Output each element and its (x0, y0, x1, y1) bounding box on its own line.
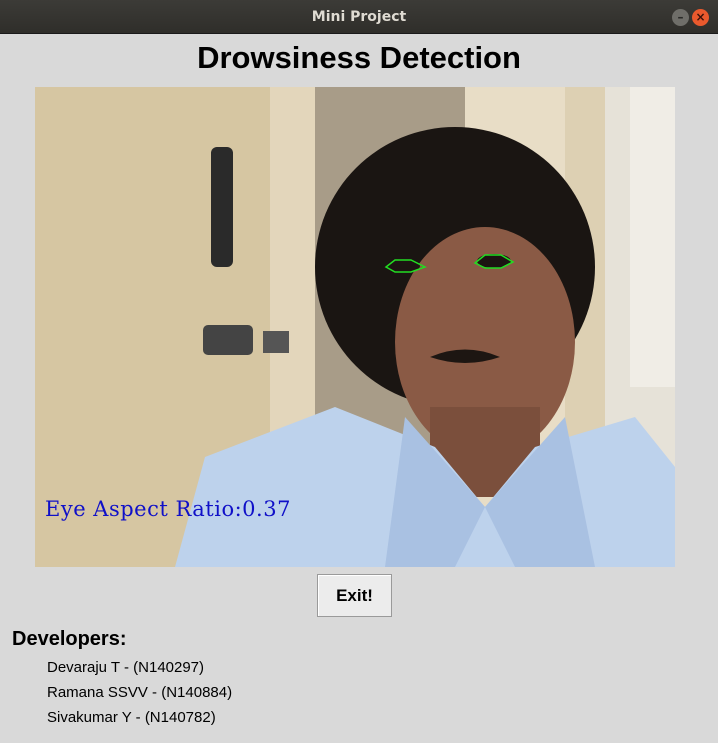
close-icon[interactable]: × (692, 9, 709, 26)
minimize-icon[interactable]: – (672, 9, 689, 26)
developer-item: Sivakumar Y - (N140782) (47, 709, 216, 726)
developers-list: Devaraju T - (N140297) Ramana SSVV - (N1… (47, 658, 232, 733)
camera-frame-image (35, 87, 675, 567)
door-latch (203, 325, 253, 355)
page-title: Drowsiness Detection (197, 40, 521, 75)
developer-item: Devaraju T - (N140297) (47, 659, 205, 676)
eye-aspect-ratio-label: Eye Aspect Ratio:0.37 (45, 497, 291, 521)
title-bar[interactable]: Mini Project – × (0, 0, 718, 34)
developers-heading: Developers: (12, 628, 127, 650)
camera-feed: Eye Aspect Ratio:0.37 (35, 87, 675, 567)
developer-item: Ramana SSVV - (N140884) (47, 684, 233, 701)
door-handle (211, 147, 233, 267)
window-title: Mini Project (311, 9, 407, 25)
exit-button[interactable]: Exit! (317, 574, 392, 617)
app-window: Mini Project – × Drowsiness Detection Ey… (0, 0, 718, 743)
